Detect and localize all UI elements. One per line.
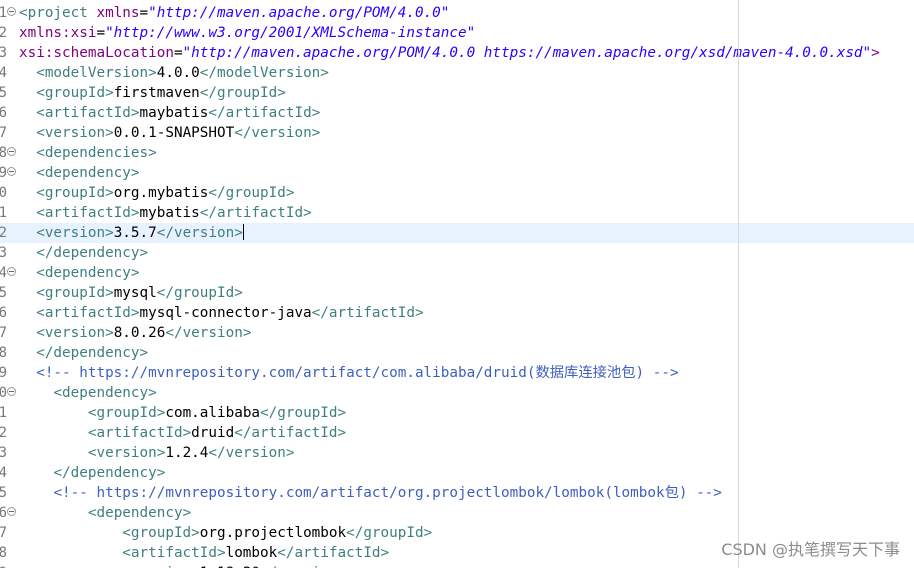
code-text: <dependency> — [53, 385, 157, 401]
code-text: xsi:schemaLocation="http://maven.apache.… — [19, 45, 880, 61]
code-line[interactable]: 2 <artifactId>druid</artifactId> — [0, 423, 914, 443]
code-line[interactable]: 7 <version>8.0.26</version> — [0, 323, 914, 343]
code-line[interactable]: 0 <groupId>org.mybatis</groupId> — [0, 183, 914, 203]
code-text: <version>3.5.7</version> — [36, 224, 244, 241]
code-line[interactable]: 8 </dependency> — [0, 343, 914, 363]
line-number: 1 — [0, 205, 7, 221]
code-text: <artifactId>mysql-connector-java</artifa… — [36, 305, 424, 321]
code-text: <artifactId>maybatis</artifactId> — [36, 105, 321, 121]
code-text: <groupId>firstmaven</groupId> — [36, 85, 286, 101]
code-text: <project xmlns="http://maven.apache.org/… — [19, 5, 450, 21]
code-text: <version>1.2.4</version> — [87, 445, 295, 461]
code-text: </dependency> — [53, 465, 166, 481]
code-line[interactable]: 5 <groupId>firstmaven</groupId> — [0, 83, 914, 103]
code-line[interactable]: 6 <artifactId>mysql-connector-java</arti… — [0, 303, 914, 323]
code-line[interactable]: 5 <!-- https://mvnrepository.com/artifac… — [0, 483, 914, 503]
line-number: 4 — [0, 65, 7, 81]
line-number: 7 — [0, 325, 7, 341]
code-text: <!-- https://mvnrepository.com/artifact/… — [36, 365, 679, 381]
code-text: <dependency> — [87, 505, 192, 521]
code-text: xmlns:xsi="http://www.w3.org/2001/XMLSch… — [19, 25, 476, 41]
code-line[interactable]: 1 <project xmlns="http://maven.apache.org… — [0, 3, 914, 23]
line-number: 7 — [0, 525, 7, 541]
line-number: 6 — [0, 505, 7, 521]
watermark: CSDN @执笔撰写天下事 — [721, 540, 900, 559]
line-number: 9 — [0, 165, 7, 181]
code-line[interactable]: 3 xsi:schemaLocation="http://maven.apache… — [0, 43, 914, 63]
code-line[interactable]: 3 <version>1.2.4</version> — [0, 443, 914, 463]
line-number: 5 — [0, 85, 7, 101]
line-number: 9 — [0, 365, 7, 381]
code-line[interactable]: 4 <modelVersion>4.0.0</modelVersion> — [0, 63, 914, 83]
code-text: <version>1.18.20</version> — [19, 563, 346, 568]
code-text: <groupId>com.alibaba</groupId> — [87, 405, 347, 421]
code-line[interactable]: 2 xmlns:xsi="http://www.w3.org/2001/XMLSc… — [0, 23, 914, 43]
line-number: 9 — [0, 563, 7, 568]
line-number: 8 — [0, 545, 7, 561]
code-text: <version>0.0.1-SNAPSHOT</version> — [36, 125, 321, 141]
line-number: 5 — [0, 285, 7, 301]
line-number: 6 — [0, 105, 7, 121]
code-line[interactable]: 9 <version>1.18.20</version> — [0, 563, 914, 568]
fold-toggle-icon[interactable] — [7, 7, 16, 16]
code-text: <groupId>org.mybatis</groupId> — [36, 185, 295, 201]
code-text: <modelVersion>4.0.0</modelVersion> — [36, 65, 329, 81]
line-number: 1 — [0, 405, 7, 421]
fold-toggle-icon[interactable] — [7, 507, 16, 516]
code-text: <artifactId>mybatis</artifactId> — [36, 205, 312, 221]
code-line[interactable]: 4 </dependency> — [0, 463, 914, 483]
code-text: <dependency> — [36, 265, 140, 281]
line-number: 8 — [0, 145, 7, 161]
line-number: 4 — [0, 465, 7, 481]
line-number: 1 — [0, 5, 7, 21]
code-text: <groupId>org.projectlombok</groupId> — [122, 525, 433, 541]
code-text: <dependency> — [36, 165, 140, 181]
line-number: 7 — [0, 125, 7, 141]
code-line[interactable]: 2 <version>3.5.7</version> — [0, 223, 914, 243]
fold-toggle-icon[interactable] — [7, 267, 16, 276]
print-margin — [738, 0, 739, 568]
line-number: 2 — [0, 425, 7, 441]
code-line[interactable]: 0 <dependency> — [0, 383, 914, 403]
line-number: 8 — [0, 345, 7, 361]
code-text: <dependencies> — [36, 145, 157, 161]
code-line[interactable]: 6 <artifactId>maybatis</artifactId> — [0, 103, 914, 123]
fold-toggle-icon[interactable] — [7, 387, 16, 396]
code-text: <version>8.0.26</version> — [36, 325, 252, 341]
fold-toggle-icon[interactable] — [7, 167, 16, 176]
line-number: 0 — [0, 385, 7, 401]
fold-toggle-icon[interactable] — [7, 147, 16, 156]
code-line[interactable]: 6 <dependency> — [0, 503, 914, 523]
line-number: 2 — [0, 25, 7, 41]
code-line[interactable]: 1 <artifactId>mybatis</artifactId> — [0, 203, 914, 223]
code-line[interactable]: 3 </dependency> — [0, 243, 914, 263]
code-line[interactable]: 1 <groupId>com.alibaba</groupId> — [0, 403, 914, 423]
code-line[interactable]: 9 <!-- https://mvnrepository.com/artifac… — [0, 363, 914, 383]
line-number: 0 — [0, 185, 7, 201]
code-text: <artifactId>lombok</artifactId> — [122, 545, 390, 561]
code-text: <groupId>mysql</groupId> — [36, 285, 243, 301]
line-number: 3 — [0, 245, 7, 261]
code-text: </dependency> — [36, 245, 149, 261]
line-number: 2 — [0, 225, 7, 241]
text-caret — [242, 224, 244, 240]
code-line[interactable]: 4 <dependency> — [0, 263, 914, 283]
code-line[interactable]: 5 <groupId>mysql</groupId> — [0, 283, 914, 303]
code-line[interactable]: 9 <dependency> — [0, 163, 914, 183]
line-number: 4 — [0, 265, 7, 281]
line-number: 5 — [0, 485, 7, 501]
code-text: </dependency> — [36, 345, 149, 361]
line-number: 3 — [0, 45, 7, 61]
xml-editor[interactable]: 1 <project xmlns="http://maven.apache.org… — [0, 0, 914, 568]
code-text: <artifactId>druid</artifactId> — [87, 425, 347, 441]
line-number: 6 — [0, 305, 7, 321]
line-number: 3 — [0, 445, 7, 461]
code-text: <!-- https://mvnrepository.com/artifact/… — [53, 485, 722, 501]
code-line[interactable]: 8 <dependencies> — [0, 143, 914, 163]
code-line[interactable]: 7 <version>0.0.1-SNAPSHOT</version> — [0, 123, 914, 143]
